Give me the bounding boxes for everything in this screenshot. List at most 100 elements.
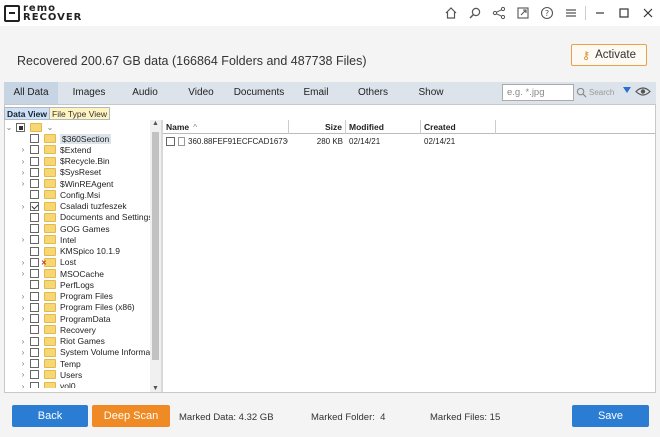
close-icon[interactable]	[636, 1, 660, 25]
pane-splitter[interactable]	[161, 120, 163, 392]
tree-item-checkbox[interactable]	[30, 190, 39, 200]
scroll-up-icon[interactable]: ▲	[150, 120, 161, 127]
activate-button[interactable]: ⚷ Activate	[571, 44, 647, 66]
tab-others[interactable]: Others	[348, 82, 398, 104]
root-checkbox[interactable]	[16, 123, 25, 133]
share-icon[interactable]	[487, 1, 511, 25]
tree-item-checkbox[interactable]	[30, 201, 39, 211]
tree-item[interactable]: KMSpico 10.1.9	[19, 246, 120, 257]
chevron-right-icon[interactable]: ›	[19, 269, 27, 278]
tree-item-checkbox[interactable]	[30, 325, 39, 335]
tree-scrollbar[interactable]: ▲ ▼	[150, 120, 161, 392]
tree-item[interactable]: › vol0	[19, 381, 76, 388]
tab-show-deleted[interactable]: Show Deleted	[400, 82, 462, 120]
tree-item[interactable]: › Temp	[19, 358, 81, 369]
column-name[interactable]: Name ^	[163, 120, 289, 134]
chevron-down-icon[interactable]: ⌄	[46, 123, 54, 132]
eye-icon[interactable]	[635, 85, 651, 98]
tree-item-checkbox[interactable]	[30, 302, 39, 312]
tree-item-checkbox[interactable]	[30, 212, 39, 222]
tree-item[interactable]: › System Volume Information	[19, 347, 151, 358]
chevron-right-icon[interactable]: ›	[19, 303, 27, 312]
tree-item-checkbox[interactable]	[30, 370, 39, 380]
tree-item-checkbox[interactable]	[30, 381, 39, 388]
tree-item-checkbox[interactable]	[30, 246, 39, 256]
deep-scan-button[interactable]: Deep Scan	[92, 405, 170, 427]
chevron-right-icon[interactable]: ›	[19, 348, 27, 357]
tree-item-checkbox[interactable]	[30, 145, 39, 155]
chevron-right-icon[interactable]: ›	[19, 370, 27, 379]
back-button[interactable]: Back	[12, 405, 88, 427]
save-button[interactable]: Save	[572, 405, 649, 427]
chevron-right-icon[interactable]: ›	[19, 258, 27, 267]
tree-item[interactable]: › $SysReset	[19, 167, 101, 178]
search-button[interactable]: Search	[576, 84, 618, 101]
tree-item[interactable]: Config.Msi	[19, 189, 100, 200]
tree-item[interactable]: GOG Games	[19, 223, 110, 234]
help-icon[interactable]: ?	[535, 1, 559, 25]
column-created[interactable]: Created	[421, 120, 496, 134]
tree-item-checkbox[interactable]	[30, 291, 39, 301]
search-icon[interactable]	[463, 1, 487, 25]
chevron-right-icon[interactable]: ›	[19, 382, 27, 388]
tree-item[interactable]: › ProgramData	[19, 313, 111, 324]
tab-images[interactable]: Images	[62, 82, 116, 104]
chevron-right-icon[interactable]: ›	[19, 157, 27, 166]
search-input[interactable]: e.g. *.jpg	[502, 84, 574, 101]
tree-item[interactable]: Recovery	[19, 324, 96, 335]
filter-dropdown-icon[interactable]	[623, 87, 631, 93]
column-modified[interactable]: Modified	[346, 120, 421, 134]
home-icon[interactable]	[439, 1, 463, 25]
tree-item[interactable]: › Users	[19, 369, 83, 380]
chevron-right-icon[interactable]: ›	[19, 235, 27, 244]
tree-item[interactable]: › $Extend	[19, 144, 92, 155]
tree-item[interactable]: › Lost	[19, 257, 76, 268]
tab-audio[interactable]: Audio	[120, 82, 170, 104]
tree-item[interactable]: › $Recycle.Bin	[19, 156, 110, 167]
minimize-icon[interactable]	[588, 1, 612, 25]
tree-item-checkbox[interactable]	[30, 257, 39, 267]
chevron-down-icon[interactable]: ⌄	[5, 123, 13, 132]
feedback-icon[interactable]	[511, 1, 535, 25]
tree-item-checkbox[interactable]	[30, 336, 39, 346]
tab-video[interactable]: Video	[178, 82, 224, 104]
table-row[interactable]: 360.88FEF91ECFCAD1673CD... 280 KB 02/14/…	[163, 136, 655, 148]
tree-item[interactable]: PerfLogs	[19, 279, 94, 290]
tree-item[interactable]: Documents and Settings	[19, 212, 151, 223]
tree-item[interactable]: › Intel	[19, 234, 76, 245]
tree-item-checkbox[interactable]	[30, 235, 39, 245]
tree-item-checkbox[interactable]	[30, 134, 39, 144]
scroll-thumb[interactable]	[152, 132, 159, 360]
maximize-icon[interactable]	[612, 1, 636, 25]
tree-root[interactable]: ⌄ ⌄	[5, 122, 57, 133]
tree-item-checkbox[interactable]	[30, 314, 39, 324]
tree-item[interactable]: › Riot Games	[19, 336, 105, 347]
tree-item-checkbox[interactable]	[30, 167, 39, 177]
row-checkbox[interactable]	[166, 137, 175, 147]
tree-item-checkbox[interactable]	[30, 156, 39, 166]
chevron-right-icon[interactable]: ›	[19, 314, 27, 323]
tree-item[interactable]: $360Section	[19, 133, 112, 144]
tree-item[interactable]: › Program Files	[19, 291, 113, 302]
tree-item-checkbox[interactable]	[30, 359, 39, 369]
chevron-right-icon[interactable]: ›	[19, 168, 27, 177]
tree-item-checkbox[interactable]	[30, 280, 39, 290]
column-size[interactable]: Size	[289, 120, 346, 134]
chevron-right-icon[interactable]: ›	[19, 337, 27, 346]
chevron-right-icon[interactable]: ›	[19, 359, 27, 368]
tab-file-type-view[interactable]: File Type View	[50, 107, 110, 120]
tree-item-checkbox[interactable]	[30, 347, 39, 357]
tree-item-checkbox[interactable]	[30, 269, 39, 279]
tree-item-checkbox[interactable]	[30, 224, 39, 234]
tree-item[interactable]: › Csaladi tuzfeszek	[19, 201, 127, 212]
tab-email[interactable]: Email	[294, 82, 338, 104]
chevron-right-icon[interactable]: ›	[19, 202, 27, 211]
tree-item-checkbox[interactable]	[30, 179, 39, 189]
tree-item[interactable]: › $WinREAgent	[19, 178, 114, 189]
chevron-right-icon[interactable]: ›	[19, 292, 27, 301]
scroll-down-icon[interactable]: ▼	[150, 385, 161, 392]
chevron-right-icon[interactable]: ›	[19, 145, 27, 154]
tree-item[interactable]: › MSOCache	[19, 268, 104, 279]
chevron-right-icon[interactable]: ›	[19, 179, 27, 188]
tab-documents[interactable]: Documents	[230, 82, 288, 104]
